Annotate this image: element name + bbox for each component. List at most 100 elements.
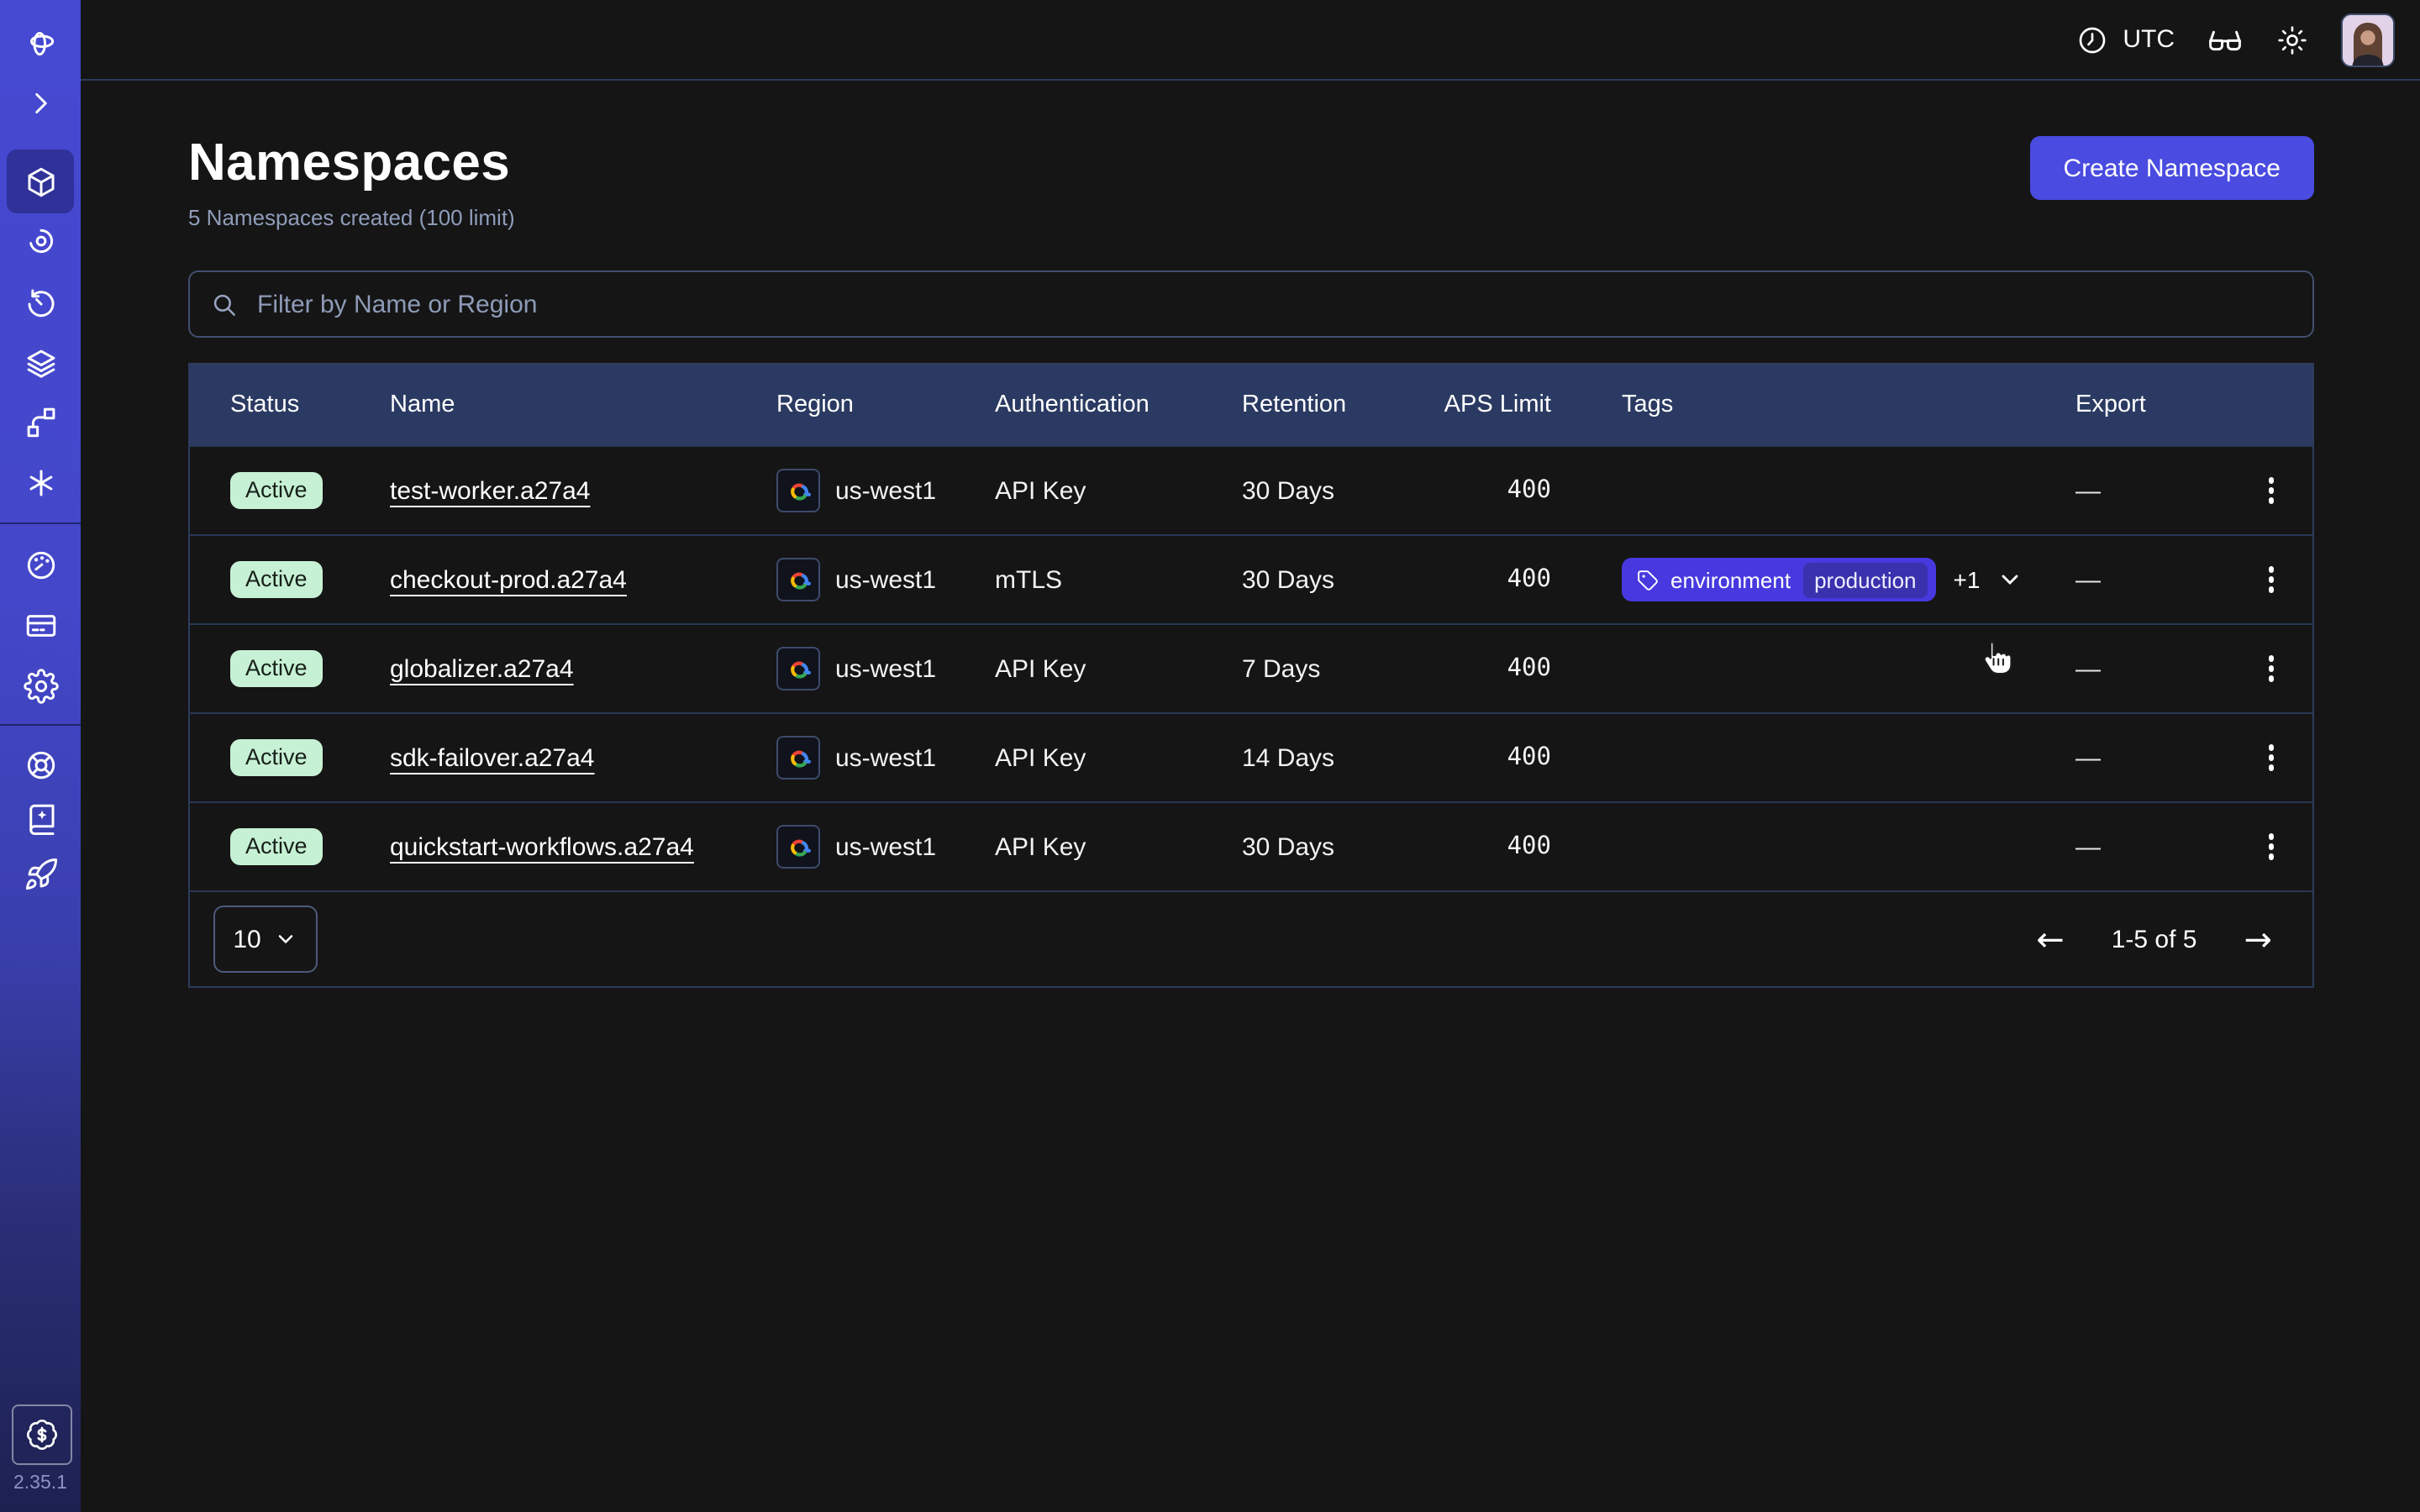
gcp-icon xyxy=(776,647,820,690)
region-label: us-west1 xyxy=(835,654,936,683)
status-badge: Active xyxy=(230,740,323,776)
gcp-icon xyxy=(776,469,820,512)
chevron-right-icon xyxy=(23,85,58,120)
tag-pill: environment production xyxy=(1622,558,1937,601)
namespace-link[interactable]: sdk-failover.a27a4 xyxy=(390,743,595,772)
sidebar-item-getting-started[interactable] xyxy=(0,843,81,904)
table-row: Active checkout-prod.a27a4 us-west1 mTLS… xyxy=(190,534,2312,623)
chevron-down-icon xyxy=(1996,566,2023,593)
kebab-menu-button[interactable] xyxy=(2259,557,2285,603)
glasses-icon xyxy=(2207,21,2244,58)
sidebar-item-support[interactable] xyxy=(0,734,81,795)
credit-card-icon xyxy=(23,607,58,643)
export-cell: — xyxy=(2075,476,2247,505)
region-label: us-west1 xyxy=(835,832,936,861)
namespaces-table: Status Name Region Authentication Retent… xyxy=(188,363,2314,988)
kebab-menu-button[interactable] xyxy=(2259,468,2285,514)
create-namespace-button[interactable]: Create Namespace xyxy=(2030,136,2314,200)
sidebar-divider xyxy=(0,522,81,524)
col-export: Export xyxy=(2075,391,2247,418)
branch-icon xyxy=(23,404,58,439)
retention-cell: 30 Days xyxy=(1242,832,1434,861)
chevron-down-icon xyxy=(275,927,298,951)
table-row: Active quickstart-workflows.a27a4 us-wes… xyxy=(190,801,2312,890)
badge-dollar-icon xyxy=(25,1418,59,1452)
search-icon xyxy=(210,290,239,318)
labs-toggle[interactable] xyxy=(2207,21,2244,58)
namespace-link[interactable]: test-worker.a27a4 xyxy=(390,476,590,505)
sidebar-item-workflows[interactable] xyxy=(0,210,81,270)
page-title: Namespaces xyxy=(188,129,515,197)
timer-icon xyxy=(23,285,58,320)
user-avatar[interactable] xyxy=(2341,13,2395,66)
namespace-link[interactable]: checkout-prod.a27a4 xyxy=(390,565,627,594)
sidebar-item-billing[interactable] xyxy=(0,595,81,655)
sidebar-item-schedules[interactable] xyxy=(0,272,81,333)
prev-page-button[interactable]: ← xyxy=(2036,922,2065,956)
status-badge: Active xyxy=(230,829,323,865)
table-header: Status Name Region Authentication Retent… xyxy=(190,365,2312,445)
namespace-link[interactable]: globalizer.a27a4 xyxy=(390,654,574,683)
table-row: Active sdk-failover.a27a4 us-west1 API K… xyxy=(190,712,2312,801)
swirl-icon xyxy=(23,223,58,258)
app-version: 2.35.1 xyxy=(0,1473,81,1494)
export-cell: — xyxy=(2075,743,2247,772)
page-subtitle: 5 Namespaces created (100 limit) xyxy=(188,205,515,230)
retention-cell: 30 Days xyxy=(1242,476,1434,505)
cube-icon xyxy=(23,164,58,199)
page-size-select[interactable]: 10 xyxy=(213,906,318,973)
kebab-menu-button[interactable] xyxy=(2259,735,2285,781)
gcp-icon xyxy=(776,825,820,869)
gear-icon xyxy=(23,668,58,703)
sidebar-item-usage[interactable] xyxy=(0,534,81,595)
layers-icon xyxy=(23,345,58,381)
sidebar: 2.35.1 xyxy=(0,0,81,1512)
export-cell: — xyxy=(2075,565,2247,594)
status-badge: Active xyxy=(230,651,323,687)
gcp-icon xyxy=(776,558,820,601)
sidebar-item-docs[interactable] xyxy=(0,788,81,848)
kebab-menu-button[interactable] xyxy=(2259,824,2285,870)
retention-cell: 14 Days xyxy=(1242,743,1434,772)
pagination-range: 1-5 of 5 xyxy=(2112,925,2197,953)
aps-cell: 400 xyxy=(1434,833,1551,860)
table-row: Active test-worker.a27a4 us-west1 API Ke… xyxy=(190,445,2312,534)
tags-expand-button[interactable] xyxy=(1996,566,2023,593)
sun-icon xyxy=(2275,23,2309,56)
status-badge: Active xyxy=(230,562,323,598)
region-label: us-west1 xyxy=(835,743,936,772)
auth-cell: API Key xyxy=(995,743,1242,772)
sidebar-item-nexus[interactable] xyxy=(0,452,81,512)
aps-cell: 400 xyxy=(1434,477,1551,504)
namespace-link[interactable]: quickstart-workflows.a27a4 xyxy=(390,832,694,861)
col-status: Status xyxy=(230,391,390,418)
app-root: 2.35.1 UTC Namespaces 5 Namespaces creat… xyxy=(0,0,2420,1512)
col-region: Region xyxy=(776,391,995,418)
aps-cell: 400 xyxy=(1434,655,1551,682)
auth-cell: API Key xyxy=(995,654,1242,683)
tag-value: production xyxy=(1802,562,1928,597)
kebab-menu-button[interactable] xyxy=(2259,646,2285,692)
temporal-logo-icon[interactable] xyxy=(0,12,81,72)
sidebar-item-settings[interactable] xyxy=(0,655,81,716)
retention-cell: 7 Days xyxy=(1242,654,1434,683)
sidebar-item-namespaces[interactable] xyxy=(0,151,81,212)
aps-cell: 400 xyxy=(1434,744,1551,771)
gauge-icon xyxy=(23,547,58,582)
aps-cell: 400 xyxy=(1434,566,1551,593)
sidebar-expand-button[interactable] xyxy=(0,72,81,133)
col-aps-limit: APS Limit xyxy=(1434,391,1551,418)
credits-button[interactable] xyxy=(12,1404,72,1465)
tag-key: environment xyxy=(1670,567,1791,592)
timezone-selector[interactable]: UTC xyxy=(2075,23,2175,56)
status-badge: Active xyxy=(230,473,323,509)
sidebar-item-batch[interactable] xyxy=(0,391,81,452)
auth-cell: API Key xyxy=(995,832,1242,861)
filter-input[interactable] xyxy=(254,288,2292,320)
col-name: Name xyxy=(390,391,776,418)
next-page-button[interactable]: → xyxy=(2244,922,2272,956)
sidebar-divider xyxy=(0,724,81,726)
sidebar-item-deployments[interactable] xyxy=(0,333,81,393)
retention-cell: 30 Days xyxy=(1242,565,1434,594)
theme-toggle[interactable] xyxy=(2275,23,2309,56)
